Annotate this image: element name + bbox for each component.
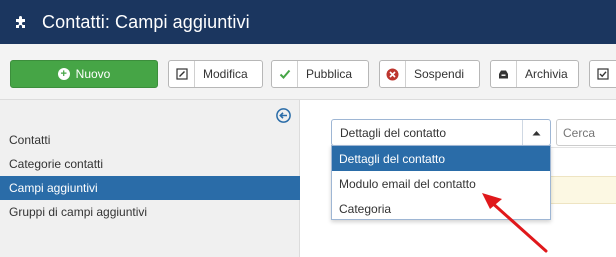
unpublish-button[interactable]: Sospendi bbox=[379, 60, 480, 88]
annotation-arrow-icon bbox=[482, 193, 548, 253]
publish-button-label: Pubblica bbox=[306, 67, 353, 81]
header-bar: Contatti: Campi aggiuntivi bbox=[0, 0, 616, 44]
sidebar-item-categorie-contatti[interactable]: Categorie contatti bbox=[0, 152, 300, 176]
search-input[interactable] bbox=[556, 119, 616, 146]
context-select[interactable]: Dettagli del contatto bbox=[331, 119, 551, 146]
caret-up-icon[interactable] bbox=[522, 120, 550, 145]
archive-button-label: Archivia bbox=[525, 67, 568, 81]
edit-button-label: Modifica bbox=[203, 67, 248, 81]
toolbar: + Nuovo Modifica Pubblica Sospendi Archi… bbox=[0, 44, 616, 100]
archive-button[interactable]: Archivia bbox=[490, 60, 579, 88]
edit-button[interactable]: Modifica bbox=[168, 60, 263, 88]
page-title: Contatti: Campi aggiuntivi bbox=[42, 11, 250, 32]
sidebar-item-contatti[interactable]: Contatti bbox=[0, 128, 300, 152]
sidebar-item-gruppi-campi[interactable]: Gruppi di campi aggiuntivi bbox=[0, 200, 300, 224]
plus-icon: + bbox=[57, 68, 70, 80]
dropdown-option-label: Modulo email del contatto bbox=[339, 176, 476, 191]
dropdown-option-dettagli[interactable]: Dettagli del contatto bbox=[332, 146, 550, 171]
edit-icon bbox=[169, 61, 195, 87]
publish-button[interactable]: Pubblica bbox=[271, 60, 369, 88]
table-divider bbox=[549, 147, 616, 148]
sidebar: Contatti Categorie contatti Campi aggiun… bbox=[0, 100, 300, 257]
sidebar-item-label: Contatti bbox=[9, 133, 51, 147]
unpublish-icon bbox=[380, 61, 406, 87]
sidebar-item-label: Gruppi di campi aggiuntivi bbox=[9, 205, 148, 219]
unpublish-button-label: Sospendi bbox=[414, 67, 465, 81]
collapse-sidebar-icon[interactable] bbox=[276, 108, 291, 123]
new-button-label: Nuovo bbox=[75, 67, 111, 81]
table-row[interactable] bbox=[549, 176, 616, 204]
archive-icon bbox=[491, 61, 517, 87]
context-select-value: Dettagli del contatto bbox=[340, 125, 447, 140]
dropdown-option-label: Dettagli del contatto bbox=[339, 151, 446, 166]
checkin-button[interactable] bbox=[589, 60, 616, 88]
sidebar-item-label: Categorie contatti bbox=[9, 157, 104, 171]
check-icon bbox=[272, 61, 298, 87]
dropdown-option-label: Categoria bbox=[339, 201, 392, 216]
new-button[interactable]: + Nuovo bbox=[10, 60, 158, 88]
sidebar-item-label: Campi aggiuntivi bbox=[9, 181, 98, 195]
checkbox-icon bbox=[590, 61, 616, 87]
sidebar-item-campi-aggiuntivi[interactable]: Campi aggiuntivi bbox=[0, 176, 300, 200]
puzzle-icon bbox=[14, 15, 28, 29]
